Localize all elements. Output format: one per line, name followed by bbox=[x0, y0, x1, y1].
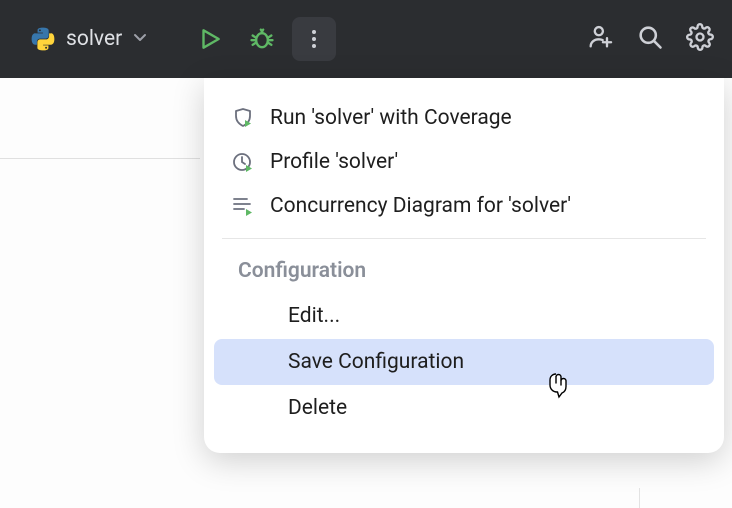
menu-item-concurrency[interactable]: Concurrency Diagram for 'solver' bbox=[204, 184, 724, 228]
menu-item-label: Concurrency Diagram for 'solver' bbox=[270, 194, 571, 218]
run-button[interactable] bbox=[188, 17, 232, 61]
more-actions-button[interactable] bbox=[292, 17, 336, 61]
menu-item-label: Save Configuration bbox=[288, 350, 464, 374]
menu-item-label: Profile 'solver' bbox=[270, 150, 398, 174]
settings-button[interactable] bbox=[686, 23, 714, 55]
menu-item-label: Edit... bbox=[288, 304, 340, 328]
search-button[interactable] bbox=[636, 23, 664, 55]
code-with-me-button[interactable] bbox=[586, 23, 614, 55]
menu-item-profile[interactable]: Profile 'solver' bbox=[204, 140, 724, 184]
menu-item-label: Run 'solver' with Coverage bbox=[270, 106, 512, 130]
toolbar: solver bbox=[0, 0, 732, 78]
coverage-icon bbox=[230, 105, 256, 131]
menu-section-header: Configuration bbox=[204, 253, 724, 293]
right-toolbar-group bbox=[586, 23, 714, 55]
menu-divider bbox=[222, 238, 706, 239]
menu-item-save-configuration[interactable]: Save Configuration bbox=[214, 339, 714, 385]
more-actions-menu: Run 'solver' with Coverage Profile 'solv… bbox=[204, 78, 724, 453]
python-icon bbox=[30, 26, 56, 52]
profile-icon bbox=[230, 149, 256, 175]
menu-item-edit[interactable]: Edit... bbox=[214, 293, 714, 339]
run-config-selector[interactable]: solver bbox=[18, 20, 160, 58]
menu-item-label: Delete bbox=[288, 396, 347, 420]
menu-item-run-coverage[interactable]: Run 'solver' with Coverage bbox=[204, 96, 724, 140]
debug-button[interactable] bbox=[240, 17, 284, 61]
chevron-down-icon bbox=[132, 29, 148, 49]
config-name-label: solver bbox=[66, 27, 122, 51]
concurrency-icon bbox=[230, 193, 256, 219]
menu-item-delete[interactable]: Delete bbox=[214, 385, 714, 431]
